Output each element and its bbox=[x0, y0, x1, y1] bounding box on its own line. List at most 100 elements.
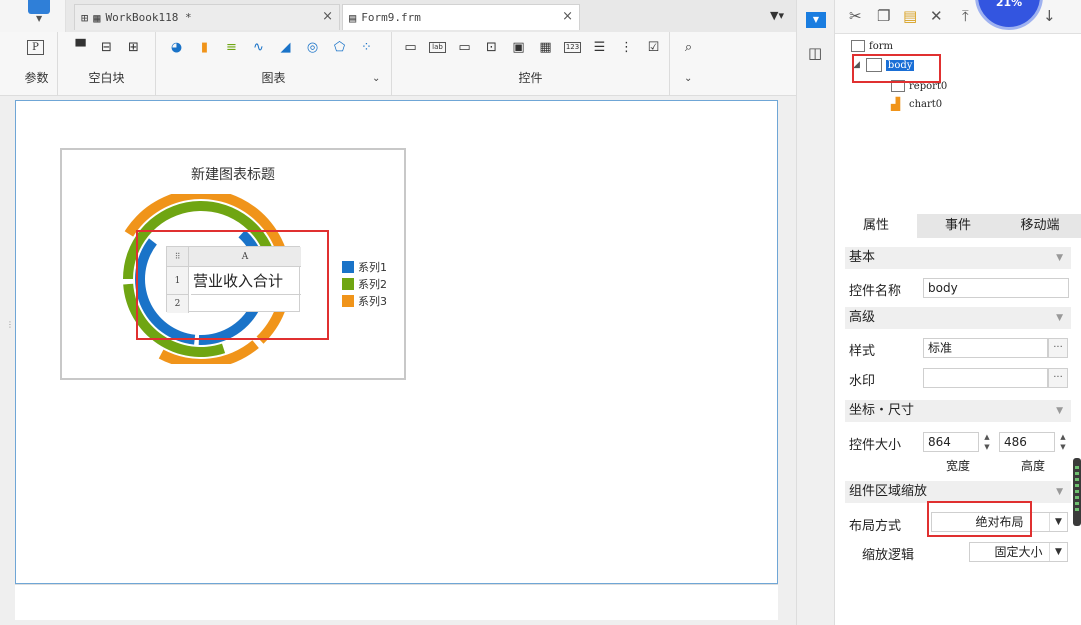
style-input[interactable]: 标准 bbox=[923, 338, 1048, 358]
ribbon-group-label: 图表 bbox=[261, 71, 286, 85]
number-widget-icon[interactable]: 123 bbox=[564, 42, 581, 53]
legend-swatch bbox=[342, 277, 354, 290]
more-icon[interactable]: ··· bbox=[1048, 368, 1068, 388]
legend-item: 系列3 bbox=[342, 292, 387, 309]
checkbox-group-icon[interactable]: ☑ bbox=[645, 40, 662, 55]
legend-item: 系列2 bbox=[342, 275, 387, 292]
legend-swatch bbox=[342, 294, 354, 307]
textbox-widget-icon[interactable]: ▭ bbox=[402, 40, 419, 55]
section-title: 高级 bbox=[849, 310, 876, 325]
chevron-down-icon[interactable]: ▼ bbox=[1056, 400, 1063, 422]
ribbon-group-search: ⌕ ⌄ bbox=[670, 32, 706, 96]
radar-chart-icon[interactable]: ⬠ bbox=[331, 40, 348, 55]
canvas-footer bbox=[15, 584, 778, 620]
bar-chart-icon[interactable]: ▮ bbox=[196, 40, 213, 55]
section-basic[interactable]: 基本 ▼ bbox=[845, 247, 1071, 269]
form-icon bbox=[851, 40, 865, 52]
width-label: 宽度 bbox=[946, 459, 971, 473]
search-widget-icon[interactable]: ⌕ bbox=[680, 40, 697, 55]
workbook-icon: ▦ bbox=[93, 10, 101, 25]
radio-group-icon[interactable]: ⋮ bbox=[618, 40, 635, 55]
gauge-chart-icon[interactable]: ◎ bbox=[304, 40, 321, 55]
panel-scroll-indicator[interactable] bbox=[1073, 458, 1081, 526]
grid-icon: ⊞ bbox=[81, 10, 89, 25]
tree-toolbar: ✂ ❐ ▤ ✕ ⤒ ↓ 21% bbox=[835, 0, 1081, 34]
chart-legend: 系列1 系列2 系列3 bbox=[342, 258, 387, 309]
paste-icon[interactable]: ▤ bbox=[903, 9, 917, 24]
tab-mobile[interactable]: 移动端 bbox=[999, 214, 1081, 238]
height-stepper[interactable]: ▲ ▼ bbox=[1057, 432, 1069, 452]
tab-properties[interactable]: 属性 bbox=[835, 214, 917, 238]
progress-indicator: 21% bbox=[975, 0, 1043, 30]
area-chart-icon[interactable]: ◢ bbox=[277, 40, 294, 55]
section-coords[interactable]: 坐标・尺寸 ▼ bbox=[845, 400, 1071, 422]
tab-form[interactable]: ▤ Form9.frm × bbox=[342, 4, 580, 30]
chevron-down-icon[interactable]: ▼ bbox=[1056, 481, 1063, 503]
chevron-down-icon[interactable]: ▼ bbox=[1049, 543, 1067, 561]
zoom-logic-label: 缩放逻辑 bbox=[862, 548, 915, 563]
label-widget-icon[interactable]: lab bbox=[429, 42, 446, 53]
property-tabs: 属性 事件 移动端 bbox=[835, 214, 1081, 238]
section-advanced[interactable]: 高级 ▼ bbox=[845, 307, 1071, 329]
date-widget-icon[interactable]: ▣ bbox=[510, 40, 527, 55]
move-top-icon[interactable]: ⤒ bbox=[962, 9, 969, 24]
combo-widget-icon[interactable]: ⊡ bbox=[483, 40, 500, 55]
preview-icon[interactable] bbox=[28, 0, 50, 14]
side-toolbar: ▼ ◫ bbox=[796, 0, 835, 625]
property-panel: ✂ ❐ ▤ ✕ ⤒ ↓ 21% form ◢ body report0 ▟ ch… bbox=[835, 0, 1081, 625]
chevron-down-icon[interactable]: ▼ bbox=[1056, 247, 1063, 269]
split-block-icon[interactable]: ⊟ bbox=[98, 40, 115, 55]
section-zoom[interactable]: 组件区域缩放 ▼ bbox=[845, 481, 1071, 503]
button-widget-icon[interactable]: ▭ bbox=[456, 40, 473, 55]
tab-list-dropdown-icon[interactable]: ▼▾ bbox=[770, 9, 784, 22]
calendar-widget-icon[interactable]: ▦ bbox=[537, 40, 554, 55]
zoom-logic-select[interactable]: 固定大小 ▼ bbox=[969, 542, 1068, 562]
parameter-icon[interactable]: P bbox=[27, 40, 44, 55]
ribbon-group-label: 控件 bbox=[518, 71, 543, 85]
delete-icon[interactable]: ✕ bbox=[930, 9, 943, 24]
watermark-input[interactable] bbox=[923, 368, 1048, 388]
chart-title: 新建图表标题 bbox=[191, 167, 275, 183]
name-input[interactable]: body bbox=[923, 278, 1069, 298]
chevron-down-icon[interactable]: ⌄ bbox=[684, 73, 692, 84]
section-title: 坐标・尺寸 bbox=[849, 403, 915, 418]
chevron-down-icon[interactable]: ⌄ bbox=[372, 73, 380, 84]
ribbon-group-blank: ▀ ⊟ ⊞ 空白块 bbox=[58, 32, 156, 96]
copy-icon[interactable]: ❐ bbox=[877, 9, 890, 24]
line-chart-icon[interactable]: ∿ bbox=[250, 40, 267, 55]
width-stepper[interactable]: ▲ ▼ bbox=[981, 432, 993, 452]
pie-chart-icon[interactable]: ◕ bbox=[168, 40, 185, 55]
textarea-widget-icon[interactable]: ☰ bbox=[591, 40, 608, 55]
layout-panel-icon[interactable]: ◫ bbox=[808, 44, 822, 62]
section-title: 基本 bbox=[849, 250, 876, 265]
component-panel-icon[interactable]: ▼ bbox=[806, 12, 826, 28]
grid-block-icon[interactable]: ⊞ bbox=[125, 40, 142, 55]
close-icon[interactable]: × bbox=[562, 9, 573, 24]
move-down-icon[interactable]: ↓ bbox=[1043, 9, 1056, 24]
tab-events[interactable]: 事件 bbox=[917, 214, 999, 238]
chevron-down-icon[interactable]: ▼ bbox=[1056, 307, 1063, 329]
splitter-handle[interactable]: ⋮ bbox=[6, 320, 14, 329]
tree-node-chart[interactable]: ▟ chart0 bbox=[891, 97, 942, 111]
more-icon[interactable]: ··· bbox=[1048, 338, 1068, 358]
tab-form-label: Form9.frm bbox=[361, 11, 421, 24]
scatter-chart-icon[interactable]: ⁘ bbox=[358, 40, 375, 55]
horizontal-bar-icon[interactable]: ≡ bbox=[223, 40, 240, 55]
tree-node-form[interactable]: form bbox=[851, 40, 893, 52]
highlight-box bbox=[927, 501, 1032, 537]
legend-label: 系列1 bbox=[358, 260, 387, 274]
height-input[interactable]: 486 bbox=[999, 432, 1055, 452]
chevron-down-icon[interactable]: ▼ bbox=[1049, 513, 1067, 531]
cut-icon[interactable]: ✂ bbox=[849, 9, 862, 24]
blank-block-icon[interactable]: ▀ bbox=[72, 40, 89, 55]
height-label: 高度 bbox=[1021, 459, 1046, 473]
progress-value: 21% bbox=[995, 0, 1023, 9]
close-icon[interactable]: × bbox=[322, 9, 333, 24]
name-label: 控件名称 bbox=[849, 284, 902, 299]
tab-workbook-label: WorkBook118 * bbox=[105, 11, 192, 24]
width-input[interactable]: 864 bbox=[923, 432, 979, 452]
chevron-down-icon[interactable]: ▼ bbox=[36, 14, 42, 23]
ribbon-group-label: 参数 bbox=[24, 71, 49, 85]
ribbon-group-label: 空白块 bbox=[88, 71, 125, 85]
tab-workbook[interactable]: ⊞ ▦ WorkBook118 * × bbox=[74, 4, 340, 30]
